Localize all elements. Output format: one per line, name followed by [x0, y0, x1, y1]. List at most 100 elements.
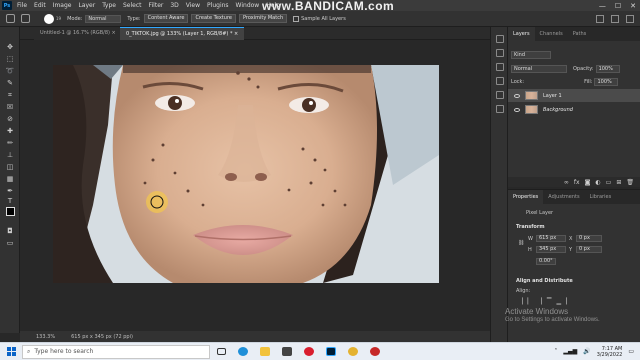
- frame-tool-icon[interactable]: ☒: [5, 103, 15, 111]
- menu-window[interactable]: Window: [236, 2, 260, 9]
- menu-select[interactable]: Select: [123, 2, 142, 9]
- maximize-icon[interactable]: ☐: [615, 2, 621, 10]
- file-explorer-icon[interactable]: [254, 343, 276, 360]
- stamp-tool-icon[interactable]: ⊥: [5, 151, 15, 159]
- mask-icon[interactable]: ◙: [585, 179, 591, 186]
- opacity-field[interactable]: 100%: [595, 65, 620, 73]
- adjustments-icon[interactable]: [496, 91, 504, 99]
- paragraph-icon[interactable]: [496, 105, 504, 113]
- share-icon[interactable]: [626, 14, 634, 23]
- quick-select-tool-icon[interactable]: ✎: [5, 79, 15, 87]
- network-icon[interactable]: ▂▄▆: [563, 348, 577, 355]
- link-layers-icon[interactable]: ∞: [564, 179, 569, 186]
- menu-edit[interactable]: Edit: [34, 2, 46, 9]
- angle-field[interactable]: 0.00°: [536, 258, 556, 265]
- marquee-tool-icon[interactable]: ⬚: [5, 55, 15, 63]
- layer-name[interactable]: Layer 1: [543, 93, 562, 99]
- blend-mode-select[interactable]: Normal: [511, 65, 567, 73]
- document-size[interactable]: 615 px x 345 px (72 ppi): [71, 334, 133, 340]
- menu-filter[interactable]: Filter: [149, 2, 164, 9]
- swatches-icon[interactable]: [496, 63, 504, 71]
- tab-libraries[interactable]: Libraries: [585, 190, 617, 204]
- task-view-icon[interactable]: [210, 343, 232, 360]
- notification-icon[interactable]: ▭: [628, 348, 634, 355]
- new-layer-icon[interactable]: ⊞: [616, 179, 621, 186]
- gradient-tool-icon[interactable]: ▦: [5, 175, 15, 183]
- visibility-eye-icon[interactable]: [514, 93, 520, 98]
- x-field[interactable]: 0 px: [576, 235, 602, 242]
- crop-tool-icon[interactable]: ⌗: [5, 91, 15, 99]
- brushes-icon[interactable]: [496, 77, 504, 85]
- opera-icon[interactable]: [298, 343, 320, 360]
- layer-name[interactable]: Background: [543, 107, 573, 113]
- chrome-icon[interactable]: [342, 343, 364, 360]
- close-icon[interactable]: ✕: [630, 2, 636, 10]
- type-tool-icon[interactable]: T: [5, 197, 15, 205]
- y-field[interactable]: 0 px: [576, 246, 602, 253]
- photoshop-logo-icon: Ps: [2, 1, 12, 10]
- mode-select[interactable]: Normal: [85, 14, 122, 23]
- trash-icon[interactable]: 🗑: [626, 179, 634, 186]
- photoshop-taskbar-icon[interactable]: [320, 343, 342, 360]
- volume-icon[interactable]: 🔊: [583, 348, 590, 355]
- menu-plugins[interactable]: Plugins: [207, 2, 229, 9]
- history-icon[interactable]: [496, 35, 504, 43]
- menu-type[interactable]: Type: [102, 2, 116, 9]
- tab-untitled-1[interactable]: Untitled-1 @ 16.7% (RGB/8) ×: [34, 27, 122, 40]
- search-icon[interactable]: [596, 14, 604, 23]
- taskbar-search-input[interactable]: ⌕ Type here to search: [22, 344, 210, 359]
- menu-file[interactable]: File: [17, 2, 27, 9]
- sample-all-layers-checkbox[interactable]: [293, 15, 300, 22]
- zoom-level[interactable]: 133.3%: [36, 334, 55, 340]
- fx-icon[interactable]: fx: [574, 179, 580, 186]
- tab-paths[interactable]: Paths: [568, 27, 592, 41]
- tab-layers[interactable]: Layers: [508, 27, 535, 41]
- tab-properties[interactable]: Properties: [508, 190, 544, 204]
- move-tool-icon[interactable]: ✥: [5, 43, 15, 51]
- store-icon[interactable]: [276, 343, 298, 360]
- spot-healing-tool-icon[interactable]: [21, 14, 30, 23]
- align-buttons[interactable]: ▕▏▕▔▁▏: [518, 298, 576, 305]
- workspace-icon[interactable]: [611, 14, 619, 23]
- link-dimensions-icon[interactable]: ⛓: [518, 240, 524, 246]
- menu-image[interactable]: Image: [53, 2, 72, 9]
- quick-mask-icon[interactable]: ◘: [5, 227, 15, 235]
- tray-chevron-icon[interactable]: ˄: [554, 348, 557, 355]
- document-image[interactable]: [53, 65, 439, 283]
- eraser-tool-icon[interactable]: ◫: [5, 163, 15, 171]
- menu-3d[interactable]: 3D: [170, 2, 178, 9]
- foreground-color-swatch[interactable]: [6, 207, 15, 216]
- healing-tool-icon[interactable]: ✚: [5, 127, 15, 135]
- visibility-eye-icon[interactable]: [514, 107, 520, 112]
- height-field[interactable]: 345 px: [536, 246, 566, 253]
- layer-row[interactable]: Background: [508, 103, 640, 116]
- edge-browser-icon[interactable]: [232, 343, 254, 360]
- pen-tool-icon[interactable]: ✒: [5, 187, 15, 195]
- tab-tiktok-jpg[interactable]: 0_TIKTOK.jpg @ 133% (Layer 1, RGB/8#) * …: [120, 27, 245, 40]
- create-texture-button[interactable]: Create Texture: [191, 14, 236, 23]
- minimize-icon[interactable]: —: [599, 2, 606, 10]
- lasso-tool-icon[interactable]: ➰: [5, 67, 15, 75]
- tab-channels[interactable]: Channels: [535, 27, 568, 41]
- adjustment-layer-icon[interactable]: ◐: [595, 179, 600, 186]
- brush-preset-icon[interactable]: [44, 13, 54, 24]
- recorder-icon[interactable]: [364, 343, 386, 360]
- layer-row[interactable]: Layer 1: [508, 89, 640, 102]
- brush-tool-icon[interactable]: ✏: [5, 139, 15, 147]
- eyedropper-tool-icon[interactable]: ⊘: [5, 115, 15, 123]
- fill-field[interactable]: 100%: [594, 78, 619, 86]
- clock[interactable]: 7:17 AM 3/29/2022: [597, 346, 623, 358]
- proximity-match-button[interactable]: Proximity Match: [238, 14, 288, 23]
- menu-view[interactable]: View: [186, 2, 200, 9]
- windows-start-icon[interactable]: [0, 343, 22, 360]
- align-distribute-title: Align and Distribute: [516, 278, 573, 284]
- width-field[interactable]: 615 px: [536, 235, 566, 242]
- home-icon[interactable]: [6, 14, 15, 23]
- screen-mode-icon[interactable]: ▭: [5, 239, 15, 247]
- group-icon[interactable]: ▭: [606, 179, 612, 186]
- color-icon[interactable]: [496, 49, 504, 57]
- menu-layer[interactable]: Layer: [78, 2, 95, 9]
- content-aware-button[interactable]: Content Aware: [143, 14, 189, 23]
- layer-kind-filter[interactable]: Kind: [511, 51, 551, 59]
- tab-adjustments[interactable]: Adjustments: [543, 190, 584, 204]
